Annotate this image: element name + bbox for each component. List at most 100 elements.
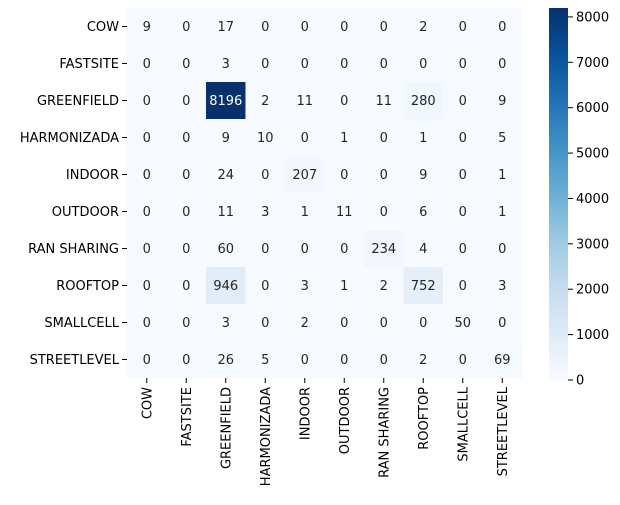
cell-value-label: 1 [340,131,348,146]
cell-value-label: 60 [217,242,234,257]
cell-value-label: 69 [494,353,511,368]
cell-value-label: 0 [340,353,348,368]
cell-value-label: 9 [222,131,230,146]
x-tick-label: ROOFTOP [417,387,432,450]
cell-value-label: 0 [143,94,151,109]
cell-value-label: 0 [419,316,427,331]
cell-value-label: 2 [419,20,427,35]
colorbar-tick-label: 0 [576,374,584,389]
cell-value-label: 0 [340,20,348,35]
cell-value-label: 0 [301,242,309,257]
y-tick-label: SMALLCELL [44,316,119,331]
cell-value-label: 11 [217,205,234,220]
y-tick-label: FASTSITE [59,57,119,72]
y-tick-label: ROOFTOP [56,279,119,294]
cell-value-label: 1 [498,168,506,183]
cell-value-label: 3 [222,57,230,72]
cell-value-label: 0 [380,20,388,35]
x-tick-label: COW [140,387,155,419]
cell-value-label: 0 [261,242,269,257]
y-tick-label: OUTDOOR [52,205,119,220]
cell-value-label: 0 [182,353,190,368]
cell-value-label: 0 [301,353,309,368]
cell-value-label: 0 [182,168,190,183]
cell-value-label: 0 [143,316,151,331]
cell-value-label: 9 [143,20,151,35]
cell-value-label: 11 [336,205,353,220]
cell-value-label: 207 [292,168,317,183]
colorbar-tick-label: 8000 [576,10,609,25]
cell-value-label: 1 [498,205,506,220]
cell-value-label: 1 [340,279,348,294]
cell-value-label: 752 [411,279,436,294]
cell-value-label: 0 [261,20,269,35]
cell-value-label: 10 [257,131,274,146]
x-tick-label: SMALLCELL [456,386,471,461]
cell-value-label: 0 [143,131,151,146]
cell-value-label: 3 [222,316,230,331]
cell-value-label: 2 [301,316,309,331]
cell-value-label: 0 [340,316,348,331]
x-tick-label: FASTSITE [180,387,195,447]
cell-value-label: 24 [217,168,234,183]
cell-value-label: 0 [380,131,388,146]
x-axis: COW FASTSITE GREENFIELD HARMONIZADA INDOOR OU… [140,378,511,486]
cell-value-label: 0 [498,242,506,257]
cell-value-label: 0 [380,316,388,331]
colorbar-tick-label: 4000 [576,192,609,207]
cell-value-label: 0 [301,131,309,146]
cell-value-label: 0 [459,242,467,257]
cell-value-label: 0 [182,131,190,146]
colorbar-tick-label: 3000 [576,237,609,252]
cell-value-label: 0 [380,353,388,368]
cell-value-label: 11 [375,94,392,109]
colorbar-tick-label: 6000 [576,101,609,116]
x-tick-label: HARMONIZADA [259,387,274,486]
cell-value-label: 0 [498,57,506,72]
cell-value-label: 2 [261,94,269,109]
y-tick-label: GREENFIELD [37,94,119,109]
cell-value-label: 0 [261,57,269,72]
cell-value-label: 0 [301,20,309,35]
cell-value-label: 0 [459,20,467,35]
y-tick-label: HARMONIZADA [20,131,119,146]
cell-value-label: 6 [419,205,427,220]
cell-value-label: 0 [143,57,151,72]
cell-value-label: 0 [143,205,151,220]
cell-value-label: 0 [261,316,269,331]
x-tick-label: INDOOR [298,387,313,440]
cell-value-label: 4 [419,242,427,257]
cell-value-label: 0 [182,279,190,294]
cell-value-label: 0 [340,94,348,109]
cell-value-label: 0 [340,57,348,72]
cell-value-label: 0 [261,168,269,183]
cell-value-label: 280 [411,94,436,109]
y-axis: COW FASTSITE GREENFIELD HARMONIZADA INDOOR OU… [20,20,127,368]
cell-value-label: 946 [213,279,238,294]
cell-value-label: 1 [301,205,309,220]
y-tick-label: RAN SHARING [28,242,119,257]
cell-value-label: 0 [459,168,467,183]
colorbar-tick-label: 5000 [576,147,609,162]
cell-value-label: 9 [498,94,506,109]
colorbar: 0 1000 2000 3000 4000 5000 6000 7000 8000 [549,8,609,389]
colorbar-tick-label: 1000 [576,328,609,343]
confusion-matrix-heatmap: 9 0 17 0 0 0 0 2 0 00 0 3 0 0 0 0 0 0 00 0 8196 2 11 0 11 280 0 90 0… [20,8,609,486]
cell-value-label: 0 [340,242,348,257]
cell-value-label: 0 [182,242,190,257]
y-tick-label: STREETLEVEL [30,353,120,368]
cell-value-label: 17 [217,20,234,35]
cell-value-label: 0 [143,242,151,257]
cell-value-label: 0 [419,57,427,72]
cell-value-label: 8196 [209,94,242,109]
cell-value-label: 0 [301,57,309,72]
cell-value-label: 0 [380,168,388,183]
y-tick-label: INDOOR [66,168,119,183]
cell-value-label: 50 [454,316,471,331]
cell-value-label: 0 [380,205,388,220]
cell-value-label: 0 [459,205,467,220]
x-tick-label: OUTDOOR [338,387,353,454]
y-tick-label: COW [87,20,119,35]
cell-value-label: 0 [143,353,151,368]
cell-value-label: 11 [296,94,313,109]
